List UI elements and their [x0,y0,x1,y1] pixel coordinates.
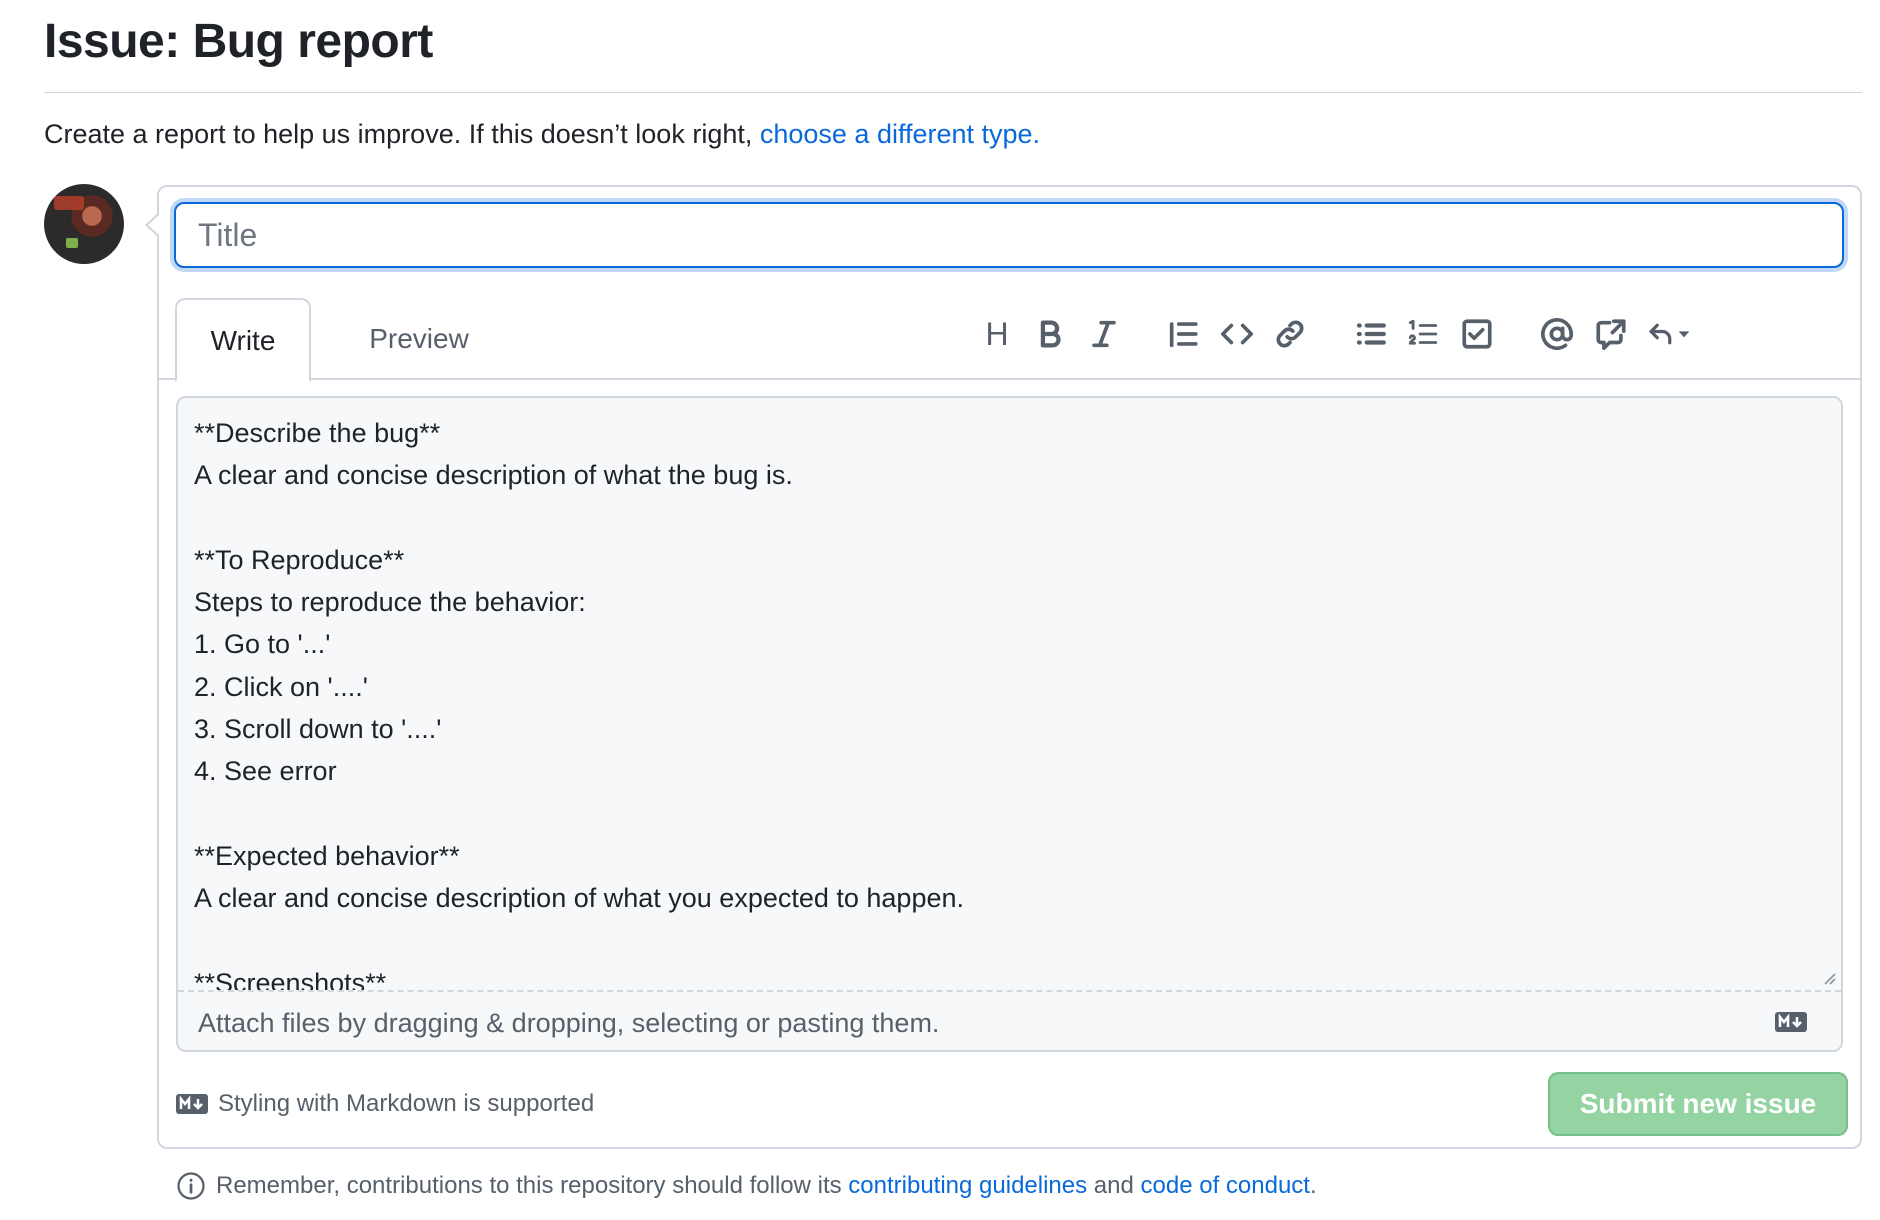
contributing-guidelines-link[interactable]: contributing guidelines [848,1172,1087,1199]
markdown-supported-note: Styling with Markdown is supported [176,1086,594,1122]
task-list-button[interactable] [1454,312,1500,356]
markdown-supported-text[interactable]: Styling with Markdown is supported [218,1086,594,1122]
bold-button[interactable] [1027,312,1073,356]
contribution-reminder: Remember, contributions to this reposito… [176,1168,1317,1204]
template-description: Create a report to help us improve. If t… [44,116,1040,152]
avatar[interactable] [44,184,124,264]
info-icon [177,1172,205,1200]
code-of-conduct-link[interactable]: code of conduct [1141,1172,1310,1199]
template-description-text: Create a report to help us improve. If t… [44,119,760,149]
cross-reference-button[interactable] [1588,312,1634,356]
choose-different-type-link[interactable]: choose a different type. [760,119,1040,149]
issue-body-textarea[interactable]: **Describe the bug** A clear and concise… [178,398,1841,990]
editor-tabs-bar: Write Preview H [159,298,1860,382]
markdown-icon [1775,1012,1807,1032]
chevron-down-icon [1678,331,1690,338]
markdown-toolbar: H [159,298,1860,380]
comment-editor: **Describe the bug** A clear and concise… [176,396,1843,1052]
quote-button[interactable] [1160,312,1206,356]
heading-icon: H [985,316,1009,352]
code-button[interactable] [1214,312,1260,356]
resize-grip-icon[interactable] [1821,970,1837,986]
attach-files-hint: Attach files by dragging & dropping, sel… [198,1008,940,1038]
bold-icon [1040,320,1061,348]
title-divider [44,92,1862,93]
page-title: Issue: Bug report [44,15,433,68]
markdown-icon [176,1094,208,1114]
form-pointer-inner [148,215,159,235]
task-list-icon [1462,319,1492,349]
unordered-list-button[interactable] [1348,312,1394,356]
ordered-list-icon [1408,319,1438,345]
heading-button[interactable]: H [974,312,1020,356]
cross-reference-icon [1596,319,1626,351]
italic-button[interactable] [1081,312,1127,356]
mention-button[interactable] [1534,312,1580,356]
unordered-list-icon [1356,323,1386,345]
reminder-text-middle: and [1087,1172,1141,1199]
code-icon [1220,323,1254,345]
quote-icon [1169,322,1198,348]
submit-new-issue-button[interactable]: Submit new issue [1548,1072,1848,1136]
italic-icon [1092,320,1116,348]
new-issue-page: Issue: Bug report Create a report to hel… [0,0,1880,1220]
reminder-text-suffix: . [1309,1172,1317,1199]
reply-icon [1649,323,1672,345]
file-attachment-area[interactable]: Attach files by dragging & dropping, sel… [178,990,1841,1050]
link-button[interactable] [1267,312,1313,356]
ordered-list-button[interactable] [1400,312,1446,356]
reminder-text-prefix: Remember, contributions to this reposito… [216,1172,849,1199]
link-icon [1276,320,1304,348]
saved-replies-button[interactable] [1639,312,1699,356]
mention-icon [1541,318,1574,350]
title-input[interactable] [174,202,1844,268]
